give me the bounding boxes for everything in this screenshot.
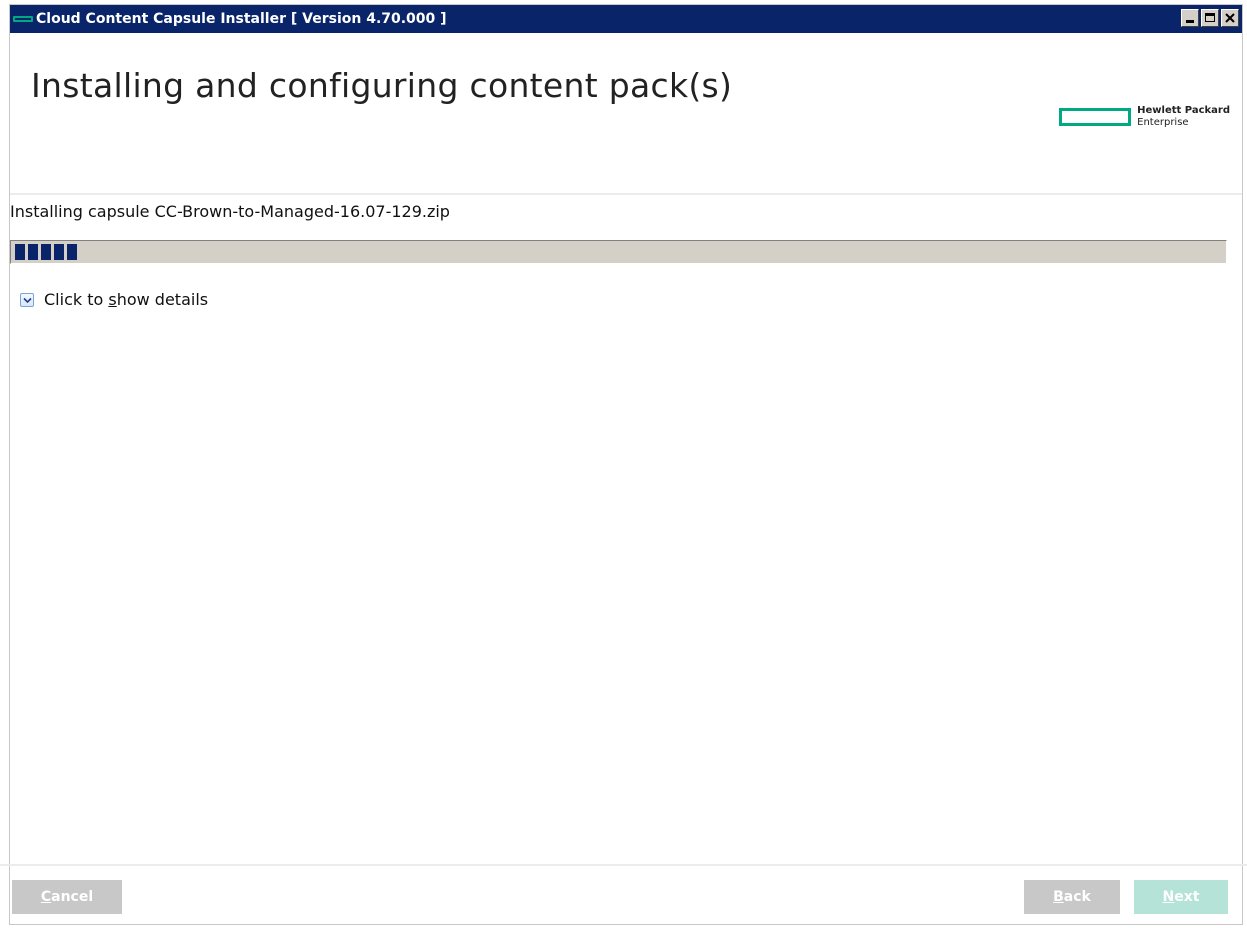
minimize-button[interactable] [1181,9,1199,27]
back-button[interactable]: Back [1024,880,1120,914]
show-details-label: Click to show details [44,290,209,309]
maximize-icon [1205,13,1215,22]
show-details-toggle[interactable]: Click to show details [20,290,208,309]
status-message: Installing capsule CC-Brown-to-Managed-1… [10,202,450,221]
progress-bar [10,240,1227,264]
page-title: Installing and configuring content pack(… [31,66,733,105]
installer-window: Cloud Content Capsule Installer [ Versio… [9,4,1243,925]
chevron-down-icon [20,292,34,307]
close-icon [1225,13,1235,23]
cancel-button[interactable]: Cancel [12,880,122,914]
window-controls [1181,9,1239,27]
next-button[interactable]: Next [1134,880,1228,914]
close-button[interactable] [1221,9,1239,27]
app-icon [13,16,33,22]
page-header: Installing and configuring content pack(… [10,33,1242,195]
maximize-button[interactable] [1201,9,1219,27]
window-title: Cloud Content Capsule Installer [ Versio… [36,11,447,27]
minimize-icon [1186,20,1194,23]
title-bar[interactable]: Cloud Content Capsule Installer [ Versio… [10,5,1242,33]
progress-fill [15,244,77,260]
hpe-logo-text: Hewlett Packard Enterprise [1137,105,1230,129]
logo-line-2: Enterprise [1137,117,1189,128]
logo-line-1: Hewlett Packard [1137,105,1230,116]
hpe-logo-mark [1059,108,1132,126]
hpe-logo: Hewlett Packard Enterprise [1059,105,1230,129]
footer-divider [0,864,1247,866]
